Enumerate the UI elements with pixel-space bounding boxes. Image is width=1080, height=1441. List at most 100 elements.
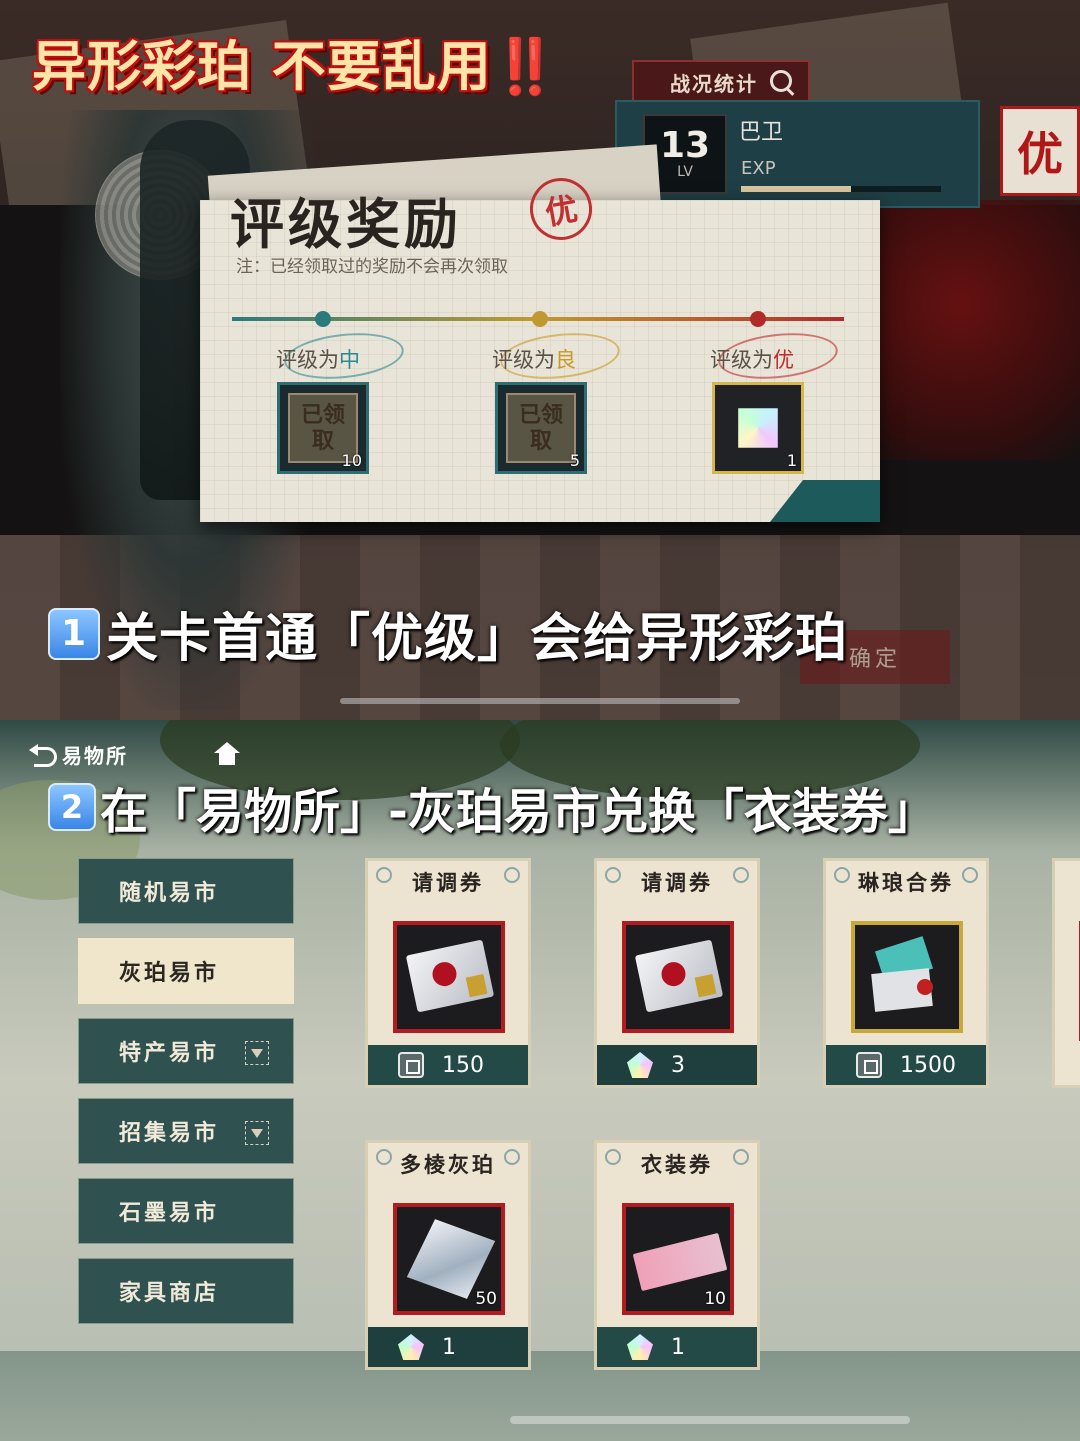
headline-text: 异形彩珀 不要乱用 xyxy=(32,35,492,98)
tier-grade-excellent: 优 xyxy=(773,348,794,372)
caption-step-1: 1 关卡首通「优级」会给异形彩珀 xyxy=(48,596,848,671)
grade-seal: 优 xyxy=(1000,106,1080,196)
ticket-bundle-icon xyxy=(869,936,951,1015)
track-node-good xyxy=(532,311,548,327)
exp-bar-fill xyxy=(741,186,851,192)
shop-item-image: 10 xyxy=(622,1203,734,1315)
shop-item-title: 衣装券 xyxy=(641,1152,713,1177)
shop-item-price: 1 xyxy=(368,1327,528,1367)
gray-amber-icon xyxy=(856,1052,882,1078)
menu-item-0[interactable]: 随机易市 xyxy=(78,858,294,924)
tier-label-prefix: 评级为 xyxy=(710,348,773,372)
iridescent-amber-icon xyxy=(627,1334,653,1360)
reward-count: 5 xyxy=(569,451,580,470)
shop-item-title: 请调券 xyxy=(641,870,713,895)
shop-item-card[interactable]: 多棱灰珀 50 1 xyxy=(365,1140,531,1370)
shop-item-price: 150 xyxy=(368,1045,528,1085)
envelope-icon xyxy=(634,939,724,1013)
price-value: 150 xyxy=(442,1052,484,1078)
menu-item-label: 家具商店 xyxy=(119,1280,220,1306)
background-floor xyxy=(0,1351,1080,1441)
gray-amber-icon xyxy=(398,1052,424,1078)
reward-slot-mid[interactable]: 已领取 10 xyxy=(277,382,369,474)
shop-item-price: 3 xyxy=(597,1045,757,1085)
home-indicator[interactable] xyxy=(340,698,740,704)
shop-item-count: 50 xyxy=(475,1289,497,1309)
step-number-badge: 2 xyxy=(48,783,96,831)
grade-seal-text: 优 xyxy=(1017,127,1063,181)
claimed-stamp: 已领取 xyxy=(506,393,576,463)
chevron-down-icon[interactable] xyxy=(245,1041,269,1065)
shop-item-image xyxy=(622,921,734,1033)
shop-item-price: 1 xyxy=(597,1327,757,1367)
double-exclamation-icon: ‼️ xyxy=(491,35,561,98)
reward-slot-excellent[interactable]: 1 xyxy=(712,382,804,474)
back-button[interactable]: 易物所 xyxy=(28,740,128,769)
price-value: 3 xyxy=(671,1052,685,1078)
shop-item-count: 10 xyxy=(704,1289,726,1309)
caption-text: 在「易物所」-灰珀易市兑换「衣装券」 xyxy=(100,784,936,840)
player-name: 巴卫 xyxy=(739,120,784,145)
level-label: LV xyxy=(677,164,693,180)
search-icon[interactable] xyxy=(768,68,796,96)
exp-label: EXP xyxy=(741,158,776,179)
tier-label-excellent: 评级为优 xyxy=(710,344,794,374)
iridescent-amber-icon xyxy=(398,1334,424,1360)
shop-item-image xyxy=(851,921,963,1033)
envelope-icon xyxy=(405,939,495,1013)
caption-text: 关卡首通「优级」会给异形彩珀 xyxy=(106,609,849,669)
outfit-ticket-icon xyxy=(632,1232,728,1292)
reward-count: 10 xyxy=(341,451,362,470)
shop-item-card[interactable]: 请调券 3 xyxy=(594,858,760,1088)
tier-label-prefix: 评级为 xyxy=(276,348,339,372)
menu-item-label: 石墨易市 xyxy=(119,1200,220,1226)
menu-item-4[interactable]: 石墨易市 xyxy=(78,1178,294,1244)
shop-item-title: 多棱灰珀 xyxy=(400,1152,496,1177)
price-value: 1 xyxy=(442,1334,456,1360)
home-icon[interactable] xyxy=(214,742,240,766)
chevron-down-icon[interactable] xyxy=(245,1121,269,1145)
price-value: 1500 xyxy=(900,1052,956,1078)
tier-grade-good: 良 xyxy=(555,348,576,372)
shop-item-image xyxy=(393,921,505,1033)
player-card: 13 LV 巴卫 EXP xyxy=(615,100,980,208)
background-red-ornament xyxy=(880,200,1080,460)
track-node-mid xyxy=(315,311,331,327)
menu-item-2[interactable]: 特产易市 xyxy=(78,1018,294,1084)
exp-bar xyxy=(741,186,941,192)
home-indicator[interactable] xyxy=(510,1416,910,1424)
menu-item-1[interactable]: 灰珀易市 xyxy=(78,938,294,1004)
track-node-excellent xyxy=(750,311,766,327)
battle-result-screen: 异形彩珀 不要乱用‼️ 战况统计 13 LV 巴卫 EXP 优 评级奖励 优 注… xyxy=(0,0,1080,720)
back-label: 易物所 xyxy=(62,744,128,768)
shop-item-card[interactable]: 琳琅合券 1500 xyxy=(823,858,989,1088)
menu-item-5[interactable]: 家具商店 xyxy=(78,1258,294,1324)
dialog-title: 评级奖励 xyxy=(230,192,462,256)
menu-item-label: 随机易市 xyxy=(119,880,220,906)
level-value: 13 xyxy=(659,125,711,166)
exchange-shop-screen: 易物所 2 在「易物所」-灰珀易市兑换「衣装券」 随机易市灰珀易市特产易市招集易… xyxy=(0,720,1080,1441)
step-number-badge: 1 xyxy=(48,607,100,660)
shop-item-title: 请调券 xyxy=(412,870,484,895)
shop-item-card[interactable]: 衣装券 10 1 xyxy=(594,1140,760,1370)
reward-count: 1 xyxy=(786,451,797,470)
tier-grade-mid: 中 xyxy=(339,348,360,372)
shop-item-price: 1500 xyxy=(826,1045,986,1085)
headline: 异形彩珀 不要乱用‼️ xyxy=(32,22,560,101)
shop-item-image: 50 xyxy=(393,1203,505,1315)
iridescent-amber-icon xyxy=(718,388,797,467)
caption-step-2: 2 在「易物所」-灰珀易市兑换「衣装券」 xyxy=(48,772,936,842)
menu-item-3[interactable]: 招集易市 xyxy=(78,1098,294,1164)
shop-item-card[interactable]: 请调券 150 xyxy=(365,858,531,1088)
tier-label-mid: 评级为中 xyxy=(276,344,360,374)
shop-card-partial[interactable] xyxy=(1052,858,1080,1088)
dialog-note: 注：已经领取过的奖励不会再次领取 xyxy=(236,257,508,277)
price-value: 1 xyxy=(671,1334,685,1360)
battle-stats-label: 战况统计 xyxy=(670,71,758,96)
tier-label-prefix: 评级为 xyxy=(492,348,555,372)
battle-stats-tab[interactable]: 战况统计 xyxy=(632,60,810,104)
prism-cube-icon xyxy=(406,1219,496,1299)
iridescent-amber-icon xyxy=(627,1052,653,1078)
reward-slot-good[interactable]: 已领取 5 xyxy=(495,382,587,474)
menu-item-label: 灰珀易市 xyxy=(119,960,220,986)
